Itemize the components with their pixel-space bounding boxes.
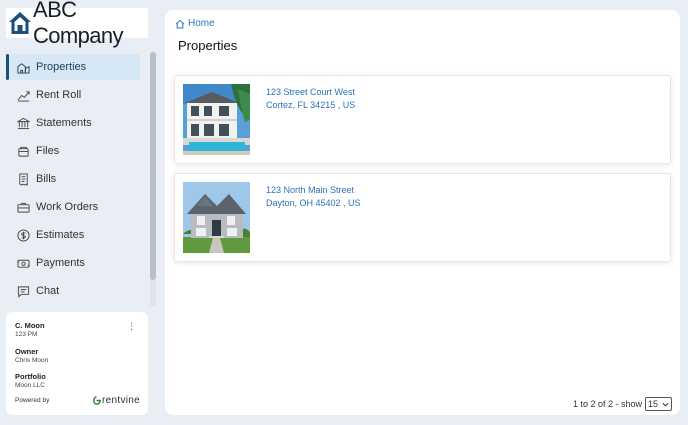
- company-name: ABC Company: [33, 0, 124, 48]
- property-photo[interactable]: [183, 84, 250, 155]
- sidebar-item-chat[interactable]: Chat: [8, 278, 140, 304]
- home-icon: [175, 19, 185, 28]
- powered-by-label: Powered by: [15, 397, 50, 404]
- bills-icon: [17, 172, 30, 186]
- property-address[interactable]: 123 Street Court West Cortez, FL 34215 ,…: [266, 86, 355, 112]
- breadcrumb-home[interactable]: Home: [175, 18, 215, 29]
- pagination-summary: 1 to 2 of 2 - show: [572, 399, 642, 409]
- sidebar-item-label: Files: [36, 145, 60, 157]
- statements-icon: [17, 117, 30, 130]
- sidebar-item-label: Bills: [36, 173, 57, 185]
- sidebar-item-payments[interactable]: Payments: [8, 250, 140, 276]
- user-unit: 123 PM: [15, 331, 38, 338]
- property-city-state: Dayton, OH 45402 , US: [266, 198, 361, 208]
- sidebar-item-work-orders[interactable]: Work Orders: [8, 194, 140, 220]
- sidebar-item-statements[interactable]: Statements: [8, 110, 140, 136]
- sidebar-item-estimates[interactable]: Estimates: [8, 222, 140, 248]
- portfolio-value: Moon LLC: [15, 382, 45, 389]
- properties-icon: [17, 61, 30, 74]
- property-street: 123 North Main Street: [266, 185, 355, 195]
- owner-label: Owner: [15, 347, 39, 356]
- rentvine-logo[interactable]: rentvine: [92, 395, 140, 406]
- page-size-select[interactable]: 15: [645, 397, 672, 411]
- sidebar-item-label: Rent Roll: [36, 89, 82, 101]
- powered-by-row: Powered by rentvine: [15, 395, 140, 406]
- property-photo[interactable]: [183, 182, 250, 253]
- sidebar-item-bills[interactable]: Bills: [8, 166, 140, 192]
- portfolio-label: Portfolio: [15, 372, 46, 381]
- rentvine-leaf-icon: [93, 396, 101, 405]
- user-menu-icon[interactable]: ⋮: [127, 321, 136, 332]
- property-card[interactable]: 123 Street Court West Cortez, FL 34215 ,…: [174, 75, 671, 164]
- page-title: Properties: [178, 38, 238, 53]
- property-street: 123 Street Court West: [266, 87, 355, 97]
- sidebar-item-label: Statements: [36, 117, 92, 129]
- chevron-down-icon: [662, 402, 669, 407]
- house-logo-icon: [9, 12, 31, 34]
- chat-icon: [17, 285, 30, 298]
- pagination: 1 to 2 of 2 - show 15: [573, 397, 672, 411]
- sidebar-item-rent-roll[interactable]: Rent Roll: [8, 82, 140, 108]
- sidebar-item-properties[interactable]: Properties: [6, 54, 140, 80]
- sidebar-item-label: Estimates: [36, 229, 85, 241]
- sidebar-scrollbar[interactable]: [150, 52, 156, 306]
- sidebar-nav: Properties Rent Roll Statements Files Bi…: [6, 50, 156, 306]
- sidebar-item-label: Chat: [36, 285, 60, 297]
- files-icon: [17, 145, 30, 158]
- breadcrumb-home-label: Home: [188, 18, 215, 29]
- owner-value: Chris Moon: [15, 357, 49, 364]
- main-panel: Home Properties 123 Street Court West Co…: [165, 10, 680, 415]
- sidebar-scrollbar-thumb[interactable]: [150, 52, 156, 280]
- work-orders-icon: [17, 201, 30, 214]
- property-city-state: Cortez, FL 34215 , US: [266, 100, 356, 110]
- user-name: C. Moon: [15, 321, 45, 330]
- property-card[interactable]: 123 North Main Street Dayton, OH 45402 ,…: [174, 173, 671, 262]
- rentvine-wordmark: rentvine: [102, 395, 140, 406]
- payments-icon: [17, 257, 30, 270]
- sidebar-item-label: Payments: [36, 257, 85, 269]
- estimates-icon: [17, 228, 30, 242]
- page-size-value: 15: [648, 399, 659, 409]
- sidebar-item-files[interactable]: Files: [8, 138, 140, 164]
- rent-roll-icon: [17, 89, 30, 102]
- user-card: C. Moon 123 PM ⋮ Owner Chris Moon Portfo…: [6, 312, 148, 415]
- sidebar-item-label: Properties: [36, 61, 87, 73]
- company-logo[interactable]: ABC Company: [6, 0, 148, 48]
- sidebar-item-label: Work Orders: [36, 201, 99, 213]
- property-address[interactable]: 123 North Main Street Dayton, OH 45402 ,…: [266, 184, 361, 210]
